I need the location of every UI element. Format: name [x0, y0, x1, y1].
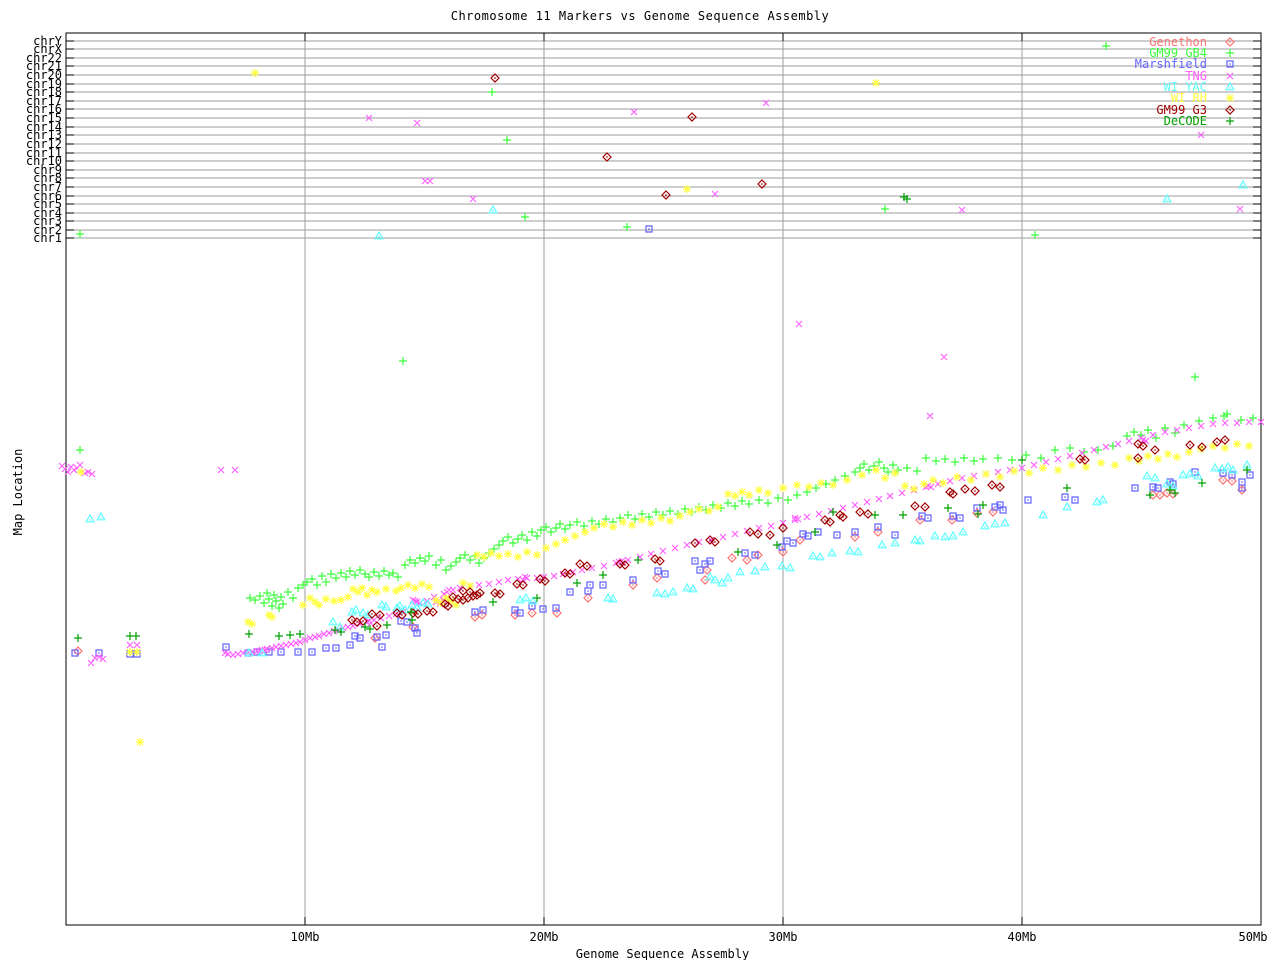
plot-screenshot: Chromosome 11 Markers vs Genome Sequence…	[0, 0, 1280, 960]
series-gm99-g3	[348, 74, 1229, 630]
legend-marker-tng-icon	[1227, 73, 1233, 79]
x-tick-label: 40Mb	[1008, 930, 1037, 944]
series-marshfield	[72, 226, 1253, 657]
series-wi-rh	[77, 69, 1253, 746]
legend-marker-wi-rh-icon	[1226, 94, 1234, 102]
x-tick-label: 30Mb	[769, 930, 798, 944]
legend-marker-gm99-g3-icon	[1226, 106, 1234, 114]
legend-marker-genethon-icon	[1226, 38, 1234, 46]
plot-frame	[66, 33, 1261, 925]
x-tick-label: 20Mb	[530, 930, 559, 944]
x-tick-label: 50Mb	[1239, 930, 1268, 944]
legend-label-decode: DeCODE	[1164, 114, 1207, 128]
legend-marker-gm99-gb4-icon	[1226, 49, 1234, 57]
scatter-plot-canvas: chrYchrXchr22chr21chr20chr19chr18chr17ch…	[0, 0, 1280, 960]
series-tng	[59, 100, 1264, 666]
x-tick-label: 10Mb	[291, 930, 320, 944]
series-wi-yac	[86, 181, 1251, 656]
chromosome-label: chr1	[33, 231, 62, 245]
